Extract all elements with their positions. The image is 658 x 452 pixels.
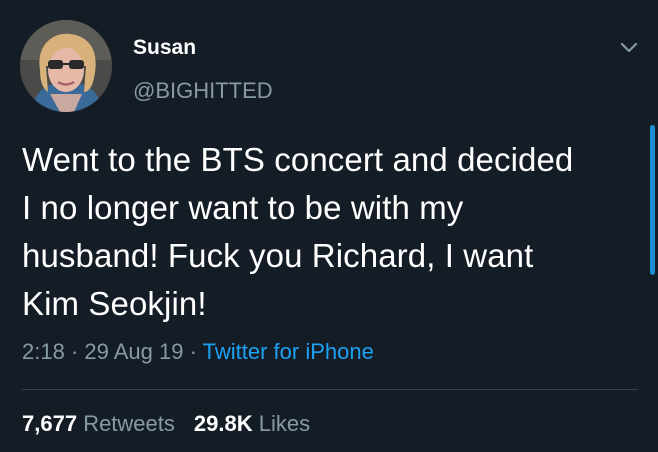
avatar[interactable] (20, 20, 112, 112)
tweet-text-line: Kim Seokjin! (22, 285, 207, 322)
meta-separator: · (183, 339, 203, 364)
tweet-card: Susan @BIGHITTED Went to the BTS concert… (0, 0, 658, 452)
scrollbar[interactable] (650, 125, 655, 275)
likes-count: 29.8K (193, 411, 253, 436)
tweet-text: Went to the BTS concert and decided I no… (22, 136, 646, 328)
divider (22, 389, 638, 390)
tweet-time[interactable]: 2:18 (22, 339, 65, 364)
avatar-image (20, 20, 112, 112)
tweet-text-line: husband! Fuck you Richard, I want (22, 237, 534, 274)
tweet-meta: 2:18 · 29 Aug 19 · Twitter for iPhone (22, 339, 374, 365)
likes-stat[interactable]: 29.8K Likes (194, 411, 310, 436)
retweets-count: 7,677 (22, 411, 78, 436)
display-name[interactable]: Susan (133, 36, 196, 60)
tweet-source-link[interactable]: Twitter for iPhone (203, 339, 374, 364)
chevron-down-icon[interactable] (616, 34, 642, 60)
tweet-text-line: Went to the BTS concert and decided (22, 141, 574, 178)
tweet-text-line: I no longer want to be with my (22, 189, 464, 226)
meta-separator: · (64, 339, 85, 364)
user-handle[interactable]: @BIGHITTED (133, 78, 273, 104)
likes-label: Likes (258, 411, 311, 436)
retweets-stat[interactable]: 7,677 Retweets (22, 411, 175, 436)
retweets-label: Retweets (83, 411, 175, 436)
tweet-stats: 7,677 Retweets 29.8K Likes (22, 411, 310, 437)
tweet-date[interactable]: 29 Aug 19 (84, 339, 183, 364)
